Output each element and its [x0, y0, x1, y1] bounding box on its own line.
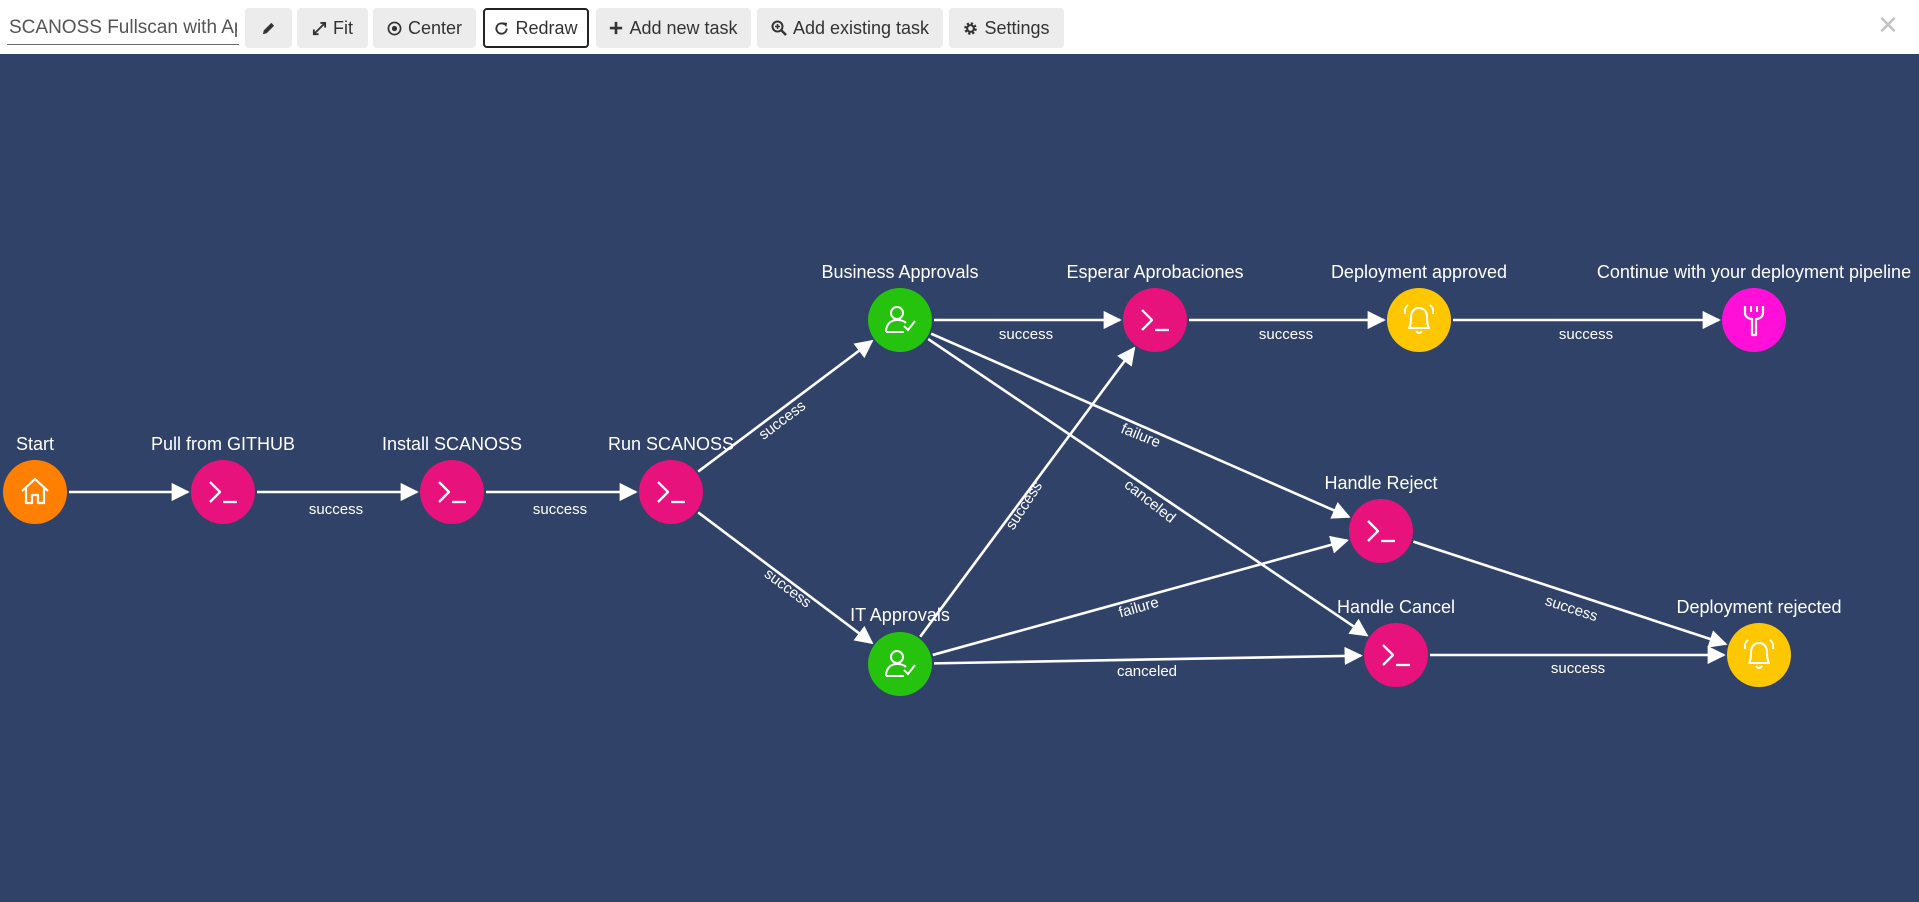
node-circle[interactable] — [1727, 623, 1791, 687]
edge-label: success — [756, 397, 810, 443]
fit-label: Fit — [333, 17, 353, 38]
node-title: Business Approvals — [821, 262, 978, 282]
node-esperar[interactable]: Esperar Aprobaciones — [1066, 262, 1244, 352]
edge-biz-to-cancel[interactable]: canceled — [927, 337, 1369, 637]
edit-title-button[interactable] — [245, 8, 292, 48]
close-icon[interactable]: ✕ — [1876, 13, 1900, 39]
node-title: Deployment rejected — [1676, 597, 1841, 617]
pencil-icon — [261, 21, 276, 36]
edge-label: success — [1543, 592, 1600, 625]
workflow-title-input[interactable] — [7, 11, 239, 45]
edge-label: canceled — [1117, 663, 1177, 680]
expand-icon — [312, 21, 327, 36]
node-install[interactable]: Install SCANOSS — [382, 434, 522, 524]
add-new-task-button[interactable]: Add new task — [596, 8, 751, 48]
edge-label: success — [999, 326, 1053, 343]
node-title: Deployment approved — [1331, 262, 1507, 282]
node-circle[interactable] — [1123, 288, 1187, 352]
target-icon — [387, 21, 402, 36]
node-biz[interactable]: Business Approvals — [821, 262, 979, 352]
fit-button[interactable]: Fit — [297, 8, 368, 48]
node-title: Install SCANOSS — [382, 434, 522, 454]
node-start[interactable]: Start — [3, 434, 67, 524]
edge-label: success — [761, 565, 815, 611]
edge-label: success — [1259, 326, 1313, 343]
node-it[interactable]: IT Approvals — [850, 605, 950, 696]
node-pull[interactable]: Pull from GITHUB — [151, 434, 295, 524]
gear-icon — [963, 21, 978, 36]
redraw-icon — [494, 21, 509, 36]
edge-it-to-cancel[interactable]: canceled — [933, 646, 1363, 680]
node-title: Handle Cancel — [1337, 597, 1455, 617]
node-deployrej[interactable]: Deployment rejected — [1676, 597, 1842, 687]
node-reject[interactable]: Handle Reject — [1324, 473, 1438, 563]
redraw-label: Redraw — [515, 17, 578, 38]
add-existing-task-label: Add existing task — [792, 17, 930, 38]
edge-esperar-to-deployok[interactable]: success — [1189, 310, 1386, 343]
node-deployok[interactable]: Deployment approved — [1331, 262, 1507, 352]
node-circle[interactable] — [3, 460, 67, 524]
edge-label: success — [309, 501, 363, 518]
edge-biz-to-esperar[interactable]: success — [934, 310, 1122, 343]
node-title: Handle Reject — [1324, 473, 1437, 493]
add-existing-task-button[interactable]: Add existing task — [757, 8, 943, 48]
edge-label: success — [1551, 660, 1605, 677]
node-run[interactable]: Run SCANOSS — [608, 434, 734, 524]
edge-line[interactable] — [927, 337, 1369, 637]
node-circle[interactable] — [1349, 499, 1413, 563]
redraw-button[interactable]: Redraw — [483, 8, 589, 48]
search-plus-icon — [771, 20, 787, 36]
node-circle[interactable] — [191, 460, 255, 524]
edge-it-to-esperar[interactable]: success — [919, 346, 1136, 638]
node-circle[interactable] — [1364, 623, 1428, 687]
edge-line[interactable] — [1412, 540, 1728, 648]
node-continue[interactable]: Continue with your deployment pipeline — [1597, 262, 1911, 352]
edge-reject-to-deployrej[interactable]: success — [1412, 540, 1728, 648]
edge-deployok-to-continue[interactable]: success — [1453, 310, 1721, 343]
node-title: Pull from GITHUB — [151, 434, 295, 454]
edge-install-to-run[interactable]: success — [486, 482, 638, 518]
workflow-graph: success success success success success failu… — [3, 262, 1911, 696]
node-circle[interactable] — [1387, 288, 1451, 352]
edge-run-to-it[interactable]: success — [697, 511, 874, 645]
node-circle[interactable] — [1722, 288, 1786, 352]
workflow-canvas[interactable]: success success success success success failu… — [0, 54, 1919, 902]
toolbar: Fit Center Redraw Add new task Add exist… — [0, 0, 1919, 54]
node-cancel[interactable]: Handle Cancel — [1337, 597, 1455, 687]
edge-label: failure — [1117, 594, 1161, 622]
edge-label: success — [1002, 478, 1046, 533]
settings-label: Settings — [984, 17, 1050, 38]
edge-pull-to-install[interactable]: success — [257, 482, 419, 518]
add-new-task-label: Add new task — [629, 17, 738, 38]
node-title: Run SCANOSS — [608, 434, 734, 454]
edge-label: success — [1559, 326, 1613, 343]
node-circle[interactable] — [420, 460, 484, 524]
node-circle[interactable] — [639, 460, 703, 524]
node-title: Continue with your deployment pipeline — [1597, 262, 1911, 282]
node-title: Esperar Aprobaciones — [1066, 262, 1243, 282]
node-title: IT Approvals — [850, 605, 950, 625]
edge-it-to-reject[interactable]: failure — [932, 535, 1350, 657]
center-label: Center — [407, 17, 463, 38]
node-title: Start — [16, 434, 54, 454]
edge-label: success — [533, 501, 587, 518]
settings-button[interactable]: Settings — [949, 8, 1064, 48]
center-button[interactable]: Center — [373, 8, 476, 48]
plus-icon — [609, 21, 623, 35]
edge-cancel-to-deployrej[interactable]: success — [1430, 645, 1726, 677]
